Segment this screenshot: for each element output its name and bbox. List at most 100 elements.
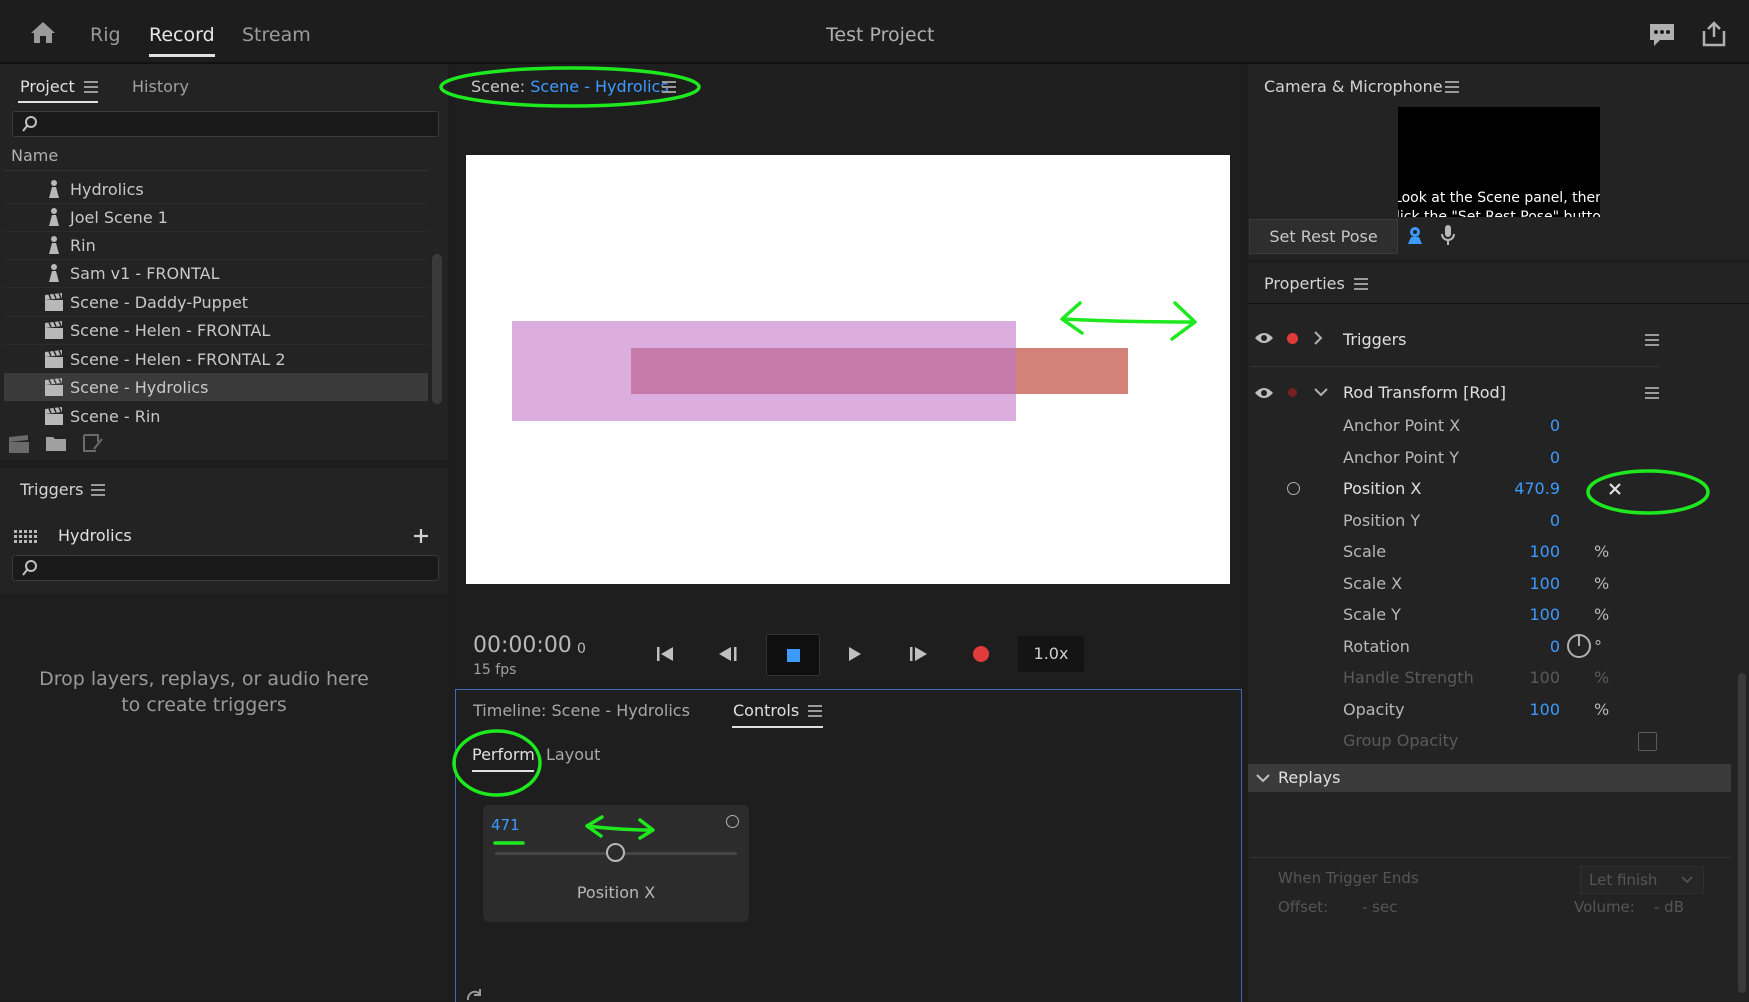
tab-timeline[interactable]: Timeline: Scene - Hydrolics bbox=[473, 701, 690, 720]
list-scrollbar[interactable] bbox=[432, 254, 442, 404]
tab-stream[interactable]: Stream bbox=[242, 24, 311, 46]
drop-hint-line2: to create triggers bbox=[121, 694, 287, 716]
prop-value[interactable]: 100 bbox=[1529, 574, 1560, 593]
triggers-section-menu-icon[interactable] bbox=[1645, 334, 1659, 346]
go-to-start-button[interactable] bbox=[640, 634, 690, 674]
step-forward-button[interactable] bbox=[893, 634, 943, 674]
prop-scale: Scale 100 % bbox=[1250, 538, 1650, 566]
scene-stage[interactable] bbox=[466, 155, 1230, 584]
subtab-perform[interactable]: Perform bbox=[472, 745, 535, 764]
offset-value[interactable]: - sec bbox=[1362, 898, 1397, 916]
triggers-search-input[interactable] bbox=[12, 555, 439, 581]
list-item[interactable]: Sam v1 - FRONTAL bbox=[4, 259, 428, 288]
scene-tab[interactable]: Scene: Scene - Hydrolics bbox=[471, 77, 669, 96]
tab-project[interactable]: Project bbox=[20, 77, 75, 96]
group-opacity-checkbox[interactable] bbox=[1638, 732, 1657, 751]
project-menu-icon[interactable] bbox=[84, 81, 98, 93]
puppet-icon bbox=[44, 180, 64, 198]
prop-value[interactable]: 0 bbox=[1550, 416, 1560, 435]
new-scene-icon[interactable] bbox=[8, 434, 30, 454]
keyframe-stopwatch-icon[interactable] bbox=[1287, 482, 1300, 495]
list-item[interactable]: Rin bbox=[4, 231, 428, 260]
prop-value: 100 bbox=[1529, 668, 1560, 687]
search-icon bbox=[22, 116, 37, 132]
triggers-panel: Triggers Hydrolics Drop layers, replays,… bbox=[0, 468, 448, 1001]
share-icon[interactable] bbox=[1700, 20, 1728, 48]
slider-thumb[interactable] bbox=[606, 843, 625, 862]
prop-anchor-point-x: Anchor Point X 0 bbox=[1250, 412, 1650, 440]
controls-menu-icon[interactable] bbox=[808, 705, 822, 717]
list-item[interactable]: Scene - Rin bbox=[4, 402, 428, 430]
step-back-button[interactable] bbox=[704, 634, 754, 674]
record-button[interactable] bbox=[957, 634, 1007, 674]
prop-scale-y: Scale Y 100 % bbox=[1250, 601, 1650, 629]
visibility-eye-icon[interactable] bbox=[1254, 331, 1274, 345]
playback-speed[interactable]: 1.0x bbox=[1018, 636, 1084, 672]
chevron-down-icon[interactable] bbox=[1314, 387, 1328, 397]
transform-menu-icon[interactable] bbox=[1645, 387, 1659, 399]
tab-rig[interactable]: Rig bbox=[90, 24, 121, 46]
chevron-right-icon[interactable] bbox=[1313, 331, 1323, 345]
camera-panel: Camera & Microphone Look at the Scene pa… bbox=[1248, 64, 1749, 259]
list-item-label: Sam v1 - FRONTAL bbox=[70, 264, 220, 283]
list-item[interactable]: Scene - Helen - FRONTAL bbox=[4, 316, 428, 345]
clear-value-icon[interactable] bbox=[1608, 482, 1622, 496]
list-item[interactable]: Joel Scene 1 bbox=[4, 203, 428, 232]
list-item[interactable]: Scene - Daddy-Puppet bbox=[4, 288, 428, 317]
subtab-layout[interactable]: Layout bbox=[546, 745, 600, 764]
triggers-menu-icon[interactable] bbox=[91, 484, 105, 496]
triggers-section-label[interactable]: Triggers bbox=[1343, 330, 1407, 349]
prop-value[interactable]: 470.9 bbox=[1514, 479, 1560, 498]
name-column-header[interactable]: Name bbox=[11, 146, 58, 165]
prop-value[interactable]: 0 bbox=[1550, 637, 1560, 656]
home-icon[interactable] bbox=[30, 20, 56, 44]
prop-anchor-point-y: Anchor Point Y 0 bbox=[1250, 444, 1650, 472]
tab-controls[interactable]: Controls bbox=[733, 701, 799, 720]
properties-scrollbar[interactable] bbox=[1738, 673, 1746, 993]
new-item-icon[interactable] bbox=[82, 433, 104, 453]
tab-record[interactable]: Record bbox=[149, 24, 215, 57]
folder-icon[interactable] bbox=[45, 434, 67, 452]
let-finish-dropdown[interactable]: Let finish bbox=[1580, 866, 1704, 894]
record-arm-icon[interactable] bbox=[1287, 333, 1298, 344]
stop-button[interactable] bbox=[766, 634, 820, 676]
camera-menu-icon[interactable] bbox=[1445, 81, 1459, 93]
clapperboard-icon bbox=[44, 293, 64, 311]
slider-options-icon[interactable] bbox=[726, 815, 739, 828]
prop-unit: % bbox=[1594, 542, 1610, 561]
rotation-dial-icon[interactable] bbox=[1566, 633, 1592, 659]
prop-value[interactable]: 0 bbox=[1550, 448, 1560, 467]
add-trigger-icon[interactable] bbox=[413, 528, 429, 544]
properties-divider bbox=[1248, 303, 1749, 304]
tab-history[interactable]: History bbox=[132, 77, 189, 96]
microphone-icon[interactable] bbox=[1439, 224, 1457, 246]
refresh-icon[interactable] bbox=[465, 988, 483, 1002]
list-item[interactable]: Scene - Helen - FRONTAL 2 bbox=[4, 345, 428, 374]
prop-value[interactable]: 100 bbox=[1529, 700, 1560, 719]
set-rest-pose-button[interactable]: Set Rest Pose bbox=[1249, 219, 1398, 254]
play-button[interactable] bbox=[830, 634, 880, 674]
visibility-eye-icon[interactable] bbox=[1254, 386, 1274, 400]
scene-name: Scene - Hydrolics bbox=[530, 77, 669, 96]
webcam-toggle-icon[interactable] bbox=[1405, 225, 1425, 245]
replays-section-header[interactable]: Replays bbox=[1248, 764, 1731, 792]
feedback-icon[interactable] bbox=[1648, 22, 1676, 48]
transform-section-label[interactable]: Rod Transform [Rod] bbox=[1343, 383, 1506, 402]
prop-group-opacity: Group Opacity bbox=[1250, 727, 1657, 755]
scene-menu-icon[interactable] bbox=[662, 81, 676, 93]
triggers-panel-title: Triggers bbox=[20, 480, 84, 499]
project-search-input[interactable] bbox=[12, 111, 439, 137]
prop-value[interactable]: 100 bbox=[1529, 542, 1560, 561]
properties-menu-icon[interactable] bbox=[1354, 278, 1368, 290]
slider-control-card[interactable]: 471 Position X bbox=[483, 805, 749, 922]
triggers-drop-area[interactable]: Drop layers, replays, or audio here to c… bbox=[0, 594, 448, 1001]
prop-value[interactable]: 0 bbox=[1550, 511, 1560, 530]
rod-shape-tip bbox=[1016, 348, 1128, 394]
list-item[interactable]: Hydrolics bbox=[4, 175, 428, 204]
record-arm-icon[interactable] bbox=[1288, 388, 1297, 397]
list-item-selected[interactable]: Scene - Hydrolics bbox=[4, 373, 428, 401]
prop-value[interactable]: 100 bbox=[1529, 605, 1560, 624]
when-trigger-ends-label: When Trigger Ends bbox=[1278, 869, 1419, 887]
volume-value[interactable]: - dB bbox=[1654, 898, 1684, 916]
slider-value[interactable]: 471 bbox=[491, 816, 520, 834]
